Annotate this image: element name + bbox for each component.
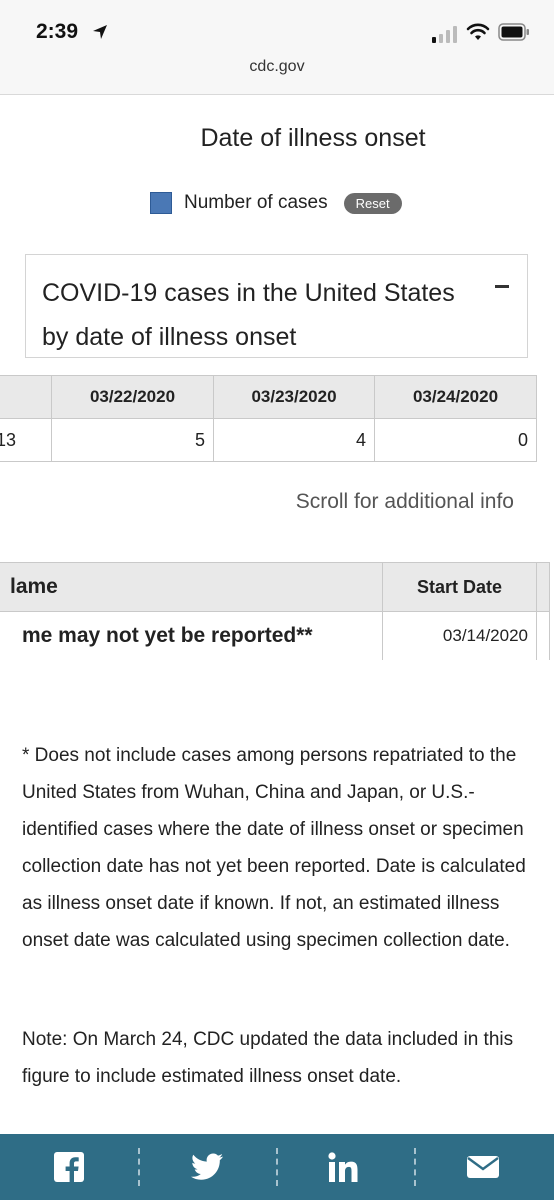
table-header-cell: Start Date [382,562,537,612]
cellular-signal-icon [432,26,457,43]
address-bar-url[interactable]: cdc.gov [0,58,554,76]
table-cell: me may not yet be reported** [0,611,383,660]
table-cell [536,611,550,660]
table-cell: 13 [0,418,52,462]
table-header-cell [0,375,52,419]
table-header-row: 03/22/2020 03/23/2020 03/24/2020 [0,375,537,419]
scroll-hint: Scroll for additional info [295,490,514,513]
location-arrow-icon [93,25,107,39]
table-row: me may not yet be reported** 03/14/2020 [0,611,550,660]
clock: 2:39 [36,20,79,43]
table-cell: 03/14/2020 [382,611,537,660]
table-header-cell: 03/23/2020 [213,375,375,419]
table-cell: 5 [51,418,214,462]
email-icon [467,1156,499,1178]
table-header-row: lame Start Date [0,562,550,612]
facebook-icon [54,1152,84,1183]
collapse-toggle-icon[interactable] [495,285,509,288]
chart-legend: Number of cases Reset [150,190,402,216]
facebook-share-button[interactable] [0,1134,138,1200]
update-note: Note: On March 24, CDC updated the data … [22,1029,514,1087]
email-share-button[interactable] [414,1134,552,1200]
twitter-icon [191,1153,223,1180]
panel-title[interactable]: COVID-19 cases in the United States by d… [42,271,482,359]
data-table-panel: COVID-19 cases in the United States by d… [25,254,528,358]
legend-label[interactable]: Number of cases [184,192,328,214]
table-header-cell: lame [0,562,383,612]
battery-icon [498,23,529,41]
table-cell: 0 [374,418,537,462]
chart-title: Date of illness onset [200,124,426,152]
footnote: * Does not include cases among persons r… [22,745,526,951]
status-bar: 2:39 cdc.gov [0,0,554,95]
cases-by-date-table[interactable]: 03/22/2020 03/23/2020 03/24/2020 13 5 4 … [0,375,537,462]
legend-swatch[interactable] [150,192,172,214]
table-cell: 4 [213,418,375,462]
linkedin-share-button[interactable] [276,1134,414,1200]
linkedin-icon [328,1152,358,1182]
twitter-share-button[interactable] [138,1134,276,1200]
share-bar [0,1134,554,1200]
table-row: 13 5 4 0 [0,418,537,462]
table-header-cell: 03/22/2020 [51,375,214,419]
table-header-cell: 03/24/2020 [374,375,537,419]
table-header-cell [536,562,550,612]
wifi-icon [466,23,490,40]
reporting-period-table[interactable]: lame Start Date me may not yet be report… [0,562,550,660]
reset-button[interactable]: Reset [343,192,402,214]
